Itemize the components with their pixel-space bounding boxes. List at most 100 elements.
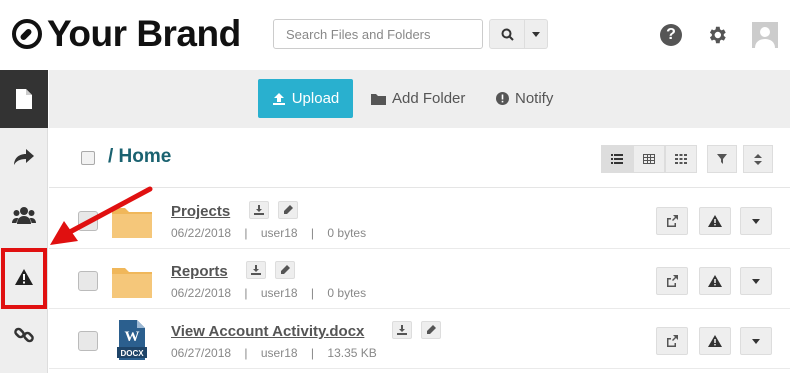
file-list: / Home Projects 06/22/2018 | user18 | 0 …	[49, 128, 790, 373]
download-icon	[397, 325, 407, 335]
file-date: 06/22/2018	[171, 286, 232, 300]
compass-icon	[12, 19, 42, 49]
meta-separator: |	[310, 286, 315, 300]
toolbar: Upload Add Folder Notify	[49, 70, 790, 128]
file-name-link[interactable]: Reports	[171, 263, 228, 280]
sidebar-item-files[interactable]	[0, 70, 48, 128]
chevron-down-icon	[752, 338, 760, 344]
row-menu-button[interactable]	[740, 207, 772, 235]
search-button[interactable]	[489, 19, 525, 49]
row-checkbox[interactable]	[78, 271, 98, 291]
thumbnail-view-button[interactable]	[665, 145, 697, 173]
file-date: 06/22/2018	[171, 226, 232, 240]
file-owner: user18	[260, 226, 298, 240]
share-button[interactable]	[656, 267, 688, 295]
file-meta: 06/22/2018 | user18 | 0 bytes	[171, 226, 366, 240]
sidebar-item-links[interactable]	[0, 306, 48, 364]
avatar[interactable]	[752, 22, 778, 48]
notify-button[interactable]: Notify	[496, 79, 553, 118]
download-icon	[254, 205, 264, 215]
rename-button[interactable]	[278, 201, 298, 219]
pencil-icon	[281, 265, 290, 274]
pencil-icon	[284, 205, 293, 214]
page-title[interactable]: / Home	[108, 146, 171, 168]
select-all-checkbox[interactable]	[81, 151, 95, 165]
search-input[interactable]	[273, 19, 483, 49]
meta-separator: |	[310, 346, 315, 360]
file-meta: 06/27/2018 | user18 | 13.35 KB	[171, 346, 377, 360]
file-name-link[interactable]: View Account Activity.docx	[171, 323, 364, 340]
download-icon	[251, 265, 261, 275]
highlight-box	[1, 248, 47, 309]
view-mode-group	[601, 145, 697, 173]
download-button[interactable]	[246, 261, 266, 279]
sidebar-item-shared[interactable]	[0, 128, 48, 186]
file-owner: user18	[260, 346, 298, 360]
rename-button[interactable]	[421, 321, 441, 339]
breadcrumb: / Home	[49, 128, 790, 188]
table-row: Projects 06/22/2018 | user18 | 0 bytes	[49, 189, 790, 249]
exclamation-circle-icon	[496, 92, 509, 105]
download-button[interactable]	[392, 321, 412, 339]
warning-icon	[708, 335, 722, 347]
share-square-icon	[667, 335, 678, 347]
gear-icon[interactable]	[706, 24, 728, 46]
table-row: Reports 06/22/2018 | user18 | 0 bytes	[49, 249, 790, 309]
meta-separator: |	[244, 346, 248, 360]
row-menu-button[interactable]	[740, 267, 772, 295]
upload-label: Upload	[291, 90, 340, 107]
search-icon	[501, 28, 514, 41]
table-row: W DOCX View Account Activity.docx 06/27/2…	[49, 309, 790, 369]
grid-view-button[interactable]	[633, 145, 665, 173]
list-icon	[611, 154, 623, 164]
folder-icon	[371, 94, 386, 105]
share-button[interactable]	[656, 327, 688, 355]
meta-separator: |	[244, 286, 248, 300]
upload-icon	[272, 92, 285, 105]
row-checkbox[interactable]	[78, 211, 98, 231]
meta-separator: |	[310, 226, 315, 240]
users-icon	[12, 207, 36, 224]
meta-separator: |	[244, 226, 248, 240]
share-button[interactable]	[656, 207, 688, 235]
header: Your Brand ?	[0, 0, 790, 70]
row-checkbox[interactable]	[78, 331, 98, 351]
download-button[interactable]	[249, 201, 269, 219]
file-name-link[interactable]: Projects	[171, 203, 230, 220]
share-icon	[14, 149, 34, 165]
add-folder-label: Add Folder	[392, 90, 466, 107]
pencil-icon	[427, 325, 436, 334]
share-square-icon	[667, 215, 678, 227]
filter-button[interactable]	[707, 145, 737, 173]
user-icon	[755, 27, 775, 48]
brand-logo[interactable]: Your Brand	[12, 14, 241, 54]
warning-button[interactable]	[699, 267, 731, 295]
filter-icon	[717, 154, 727, 164]
file-date: 06/27/2018	[171, 346, 232, 360]
table-icon	[643, 154, 655, 164]
file-icon	[16, 89, 32, 109]
file-meta: 06/22/2018 | user18 | 0 bytes	[171, 286, 366, 300]
warning-button[interactable]	[699, 327, 731, 355]
word-document-icon: W DOCX	[117, 320, 147, 360]
sidebar-item-users[interactable]	[0, 186, 48, 244]
list-view-button[interactable]	[601, 145, 633, 173]
sidebar	[0, 70, 48, 373]
row-menu-button[interactable]	[740, 327, 772, 355]
notify-label: Notify	[515, 90, 554, 107]
chevron-down-icon	[532, 31, 540, 37]
upload-button[interactable]: Upload	[258, 79, 353, 118]
share-square-icon	[667, 275, 678, 287]
warning-button[interactable]	[699, 207, 731, 235]
sort-button[interactable]	[743, 145, 773, 173]
th-icon	[675, 154, 687, 164]
svg-text:DOCX: DOCX	[120, 349, 144, 358]
add-folder-button[interactable]: Add Folder	[371, 79, 465, 118]
question-circle-icon[interactable]: ?	[660, 24, 682, 46]
search-options-dropdown[interactable]	[525, 19, 548, 49]
rename-button[interactable]	[275, 261, 295, 279]
warning-icon	[708, 215, 722, 227]
file-size: 0 bytes	[327, 226, 367, 240]
chevron-down-icon	[752, 278, 760, 284]
chevron-down-icon	[752, 218, 760, 224]
